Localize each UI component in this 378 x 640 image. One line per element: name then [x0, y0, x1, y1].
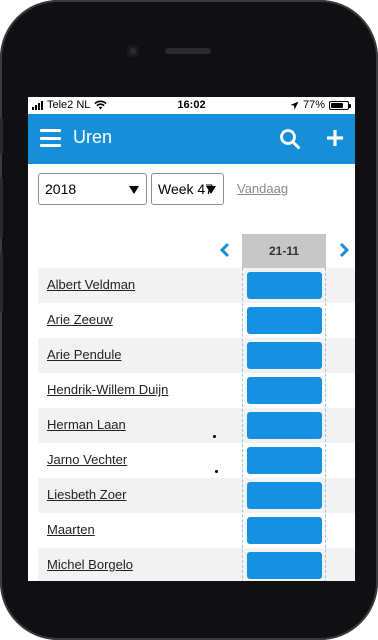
- location-arrow-icon: [290, 101, 299, 109]
- battery-icon: [329, 100, 351, 110]
- app-screen: Tele2 NL 16:02 77% Uren 2018 Week 47 Van…: [28, 97, 355, 581]
- employee-name[interactable]: Hendrik-Willem Duijn: [47, 382, 168, 397]
- week-select[interactable]: Week 47: [151, 173, 224, 205]
- front-camera: [127, 45, 139, 57]
- employee-name[interactable]: Maarten: [47, 522, 95, 537]
- volume-down-button: [0, 252, 3, 312]
- chevron-right-icon[interactable]: [337, 242, 351, 258]
- employee-name[interactable]: Herman Laan: [47, 417, 126, 432]
- app-header: Uren: [28, 114, 355, 164]
- year-select[interactable]: 2018: [38, 173, 147, 205]
- employee-name[interactable]: Jarno Vechter: [47, 452, 127, 467]
- employee-name[interactable]: Arie Pendule: [47, 347, 121, 362]
- employee-name[interactable]: Liesbeth Zoer: [47, 487, 127, 502]
- employee-name[interactable]: Michel Borgelo: [47, 557, 133, 572]
- caret-down-icon: [129, 186, 139, 194]
- day-column-header: 21-11: [242, 234, 326, 268]
- caret-down-icon: [206, 186, 216, 194]
- chevron-left-icon[interactable]: [218, 242, 232, 258]
- plus-icon[interactable]: [324, 126, 346, 150]
- menu-icon[interactable]: [40, 129, 61, 147]
- stray-dot: [213, 435, 216, 438]
- week-value: Week 47: [158, 181, 213, 197]
- volume-up-button: [0, 178, 3, 238]
- earpiece-speaker: [165, 48, 211, 54]
- day-column: [242, 268, 326, 581]
- stray-dot: [215, 470, 218, 473]
- year-value: 2018: [45, 181, 77, 197]
- search-icon[interactable]: [279, 128, 301, 150]
- status-bar: Tele2 NL 16:02 77%: [28, 97, 355, 114]
- phone-frame: Tele2 NL 16:02 77% Uren 2018 Week 47 Van…: [0, 0, 378, 640]
- employee-name[interactable]: Arie Zeeuw: [47, 312, 113, 327]
- employee-name[interactable]: Albert Veldman: [47, 277, 135, 292]
- page-title: Uren: [73, 127, 113, 147]
- mute-switch: [0, 118, 3, 154]
- today-link[interactable]: Vandaag: [237, 181, 288, 196]
- battery-percent: 77%: [302, 99, 325, 111]
